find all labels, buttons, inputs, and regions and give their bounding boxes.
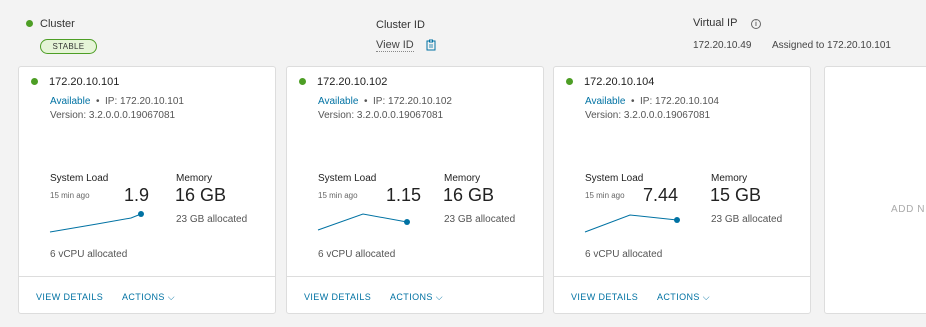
- memory-allocated: 23 GB allocated: [711, 214, 783, 225]
- system-load-label: System Load: [318, 173, 377, 184]
- view-details-button[interactable]: VIEW DETAILS: [36, 292, 103, 302]
- node-status-row: Available • IP: 172.20.10.104: [585, 96, 719, 107]
- node-card: 172.20.10.102 Available • IP: 172.20.10.…: [286, 66, 544, 314]
- add-node-card[interactable]: ADD N: [824, 66, 926, 314]
- load-sparkline: [317, 213, 410, 231]
- system-load-label: System Load: [50, 173, 109, 184]
- node-status-dot: [566, 78, 573, 85]
- node-status-row: Available • IP: 172.20.10.102: [318, 96, 452, 107]
- node-ip: 172.20.10.101: [49, 76, 120, 88]
- virtual-ip-label: Virtual IP: [693, 17, 738, 29]
- node-version: Version: 3.2.0.0.0.19067081: [585, 110, 711, 121]
- node-ip-line: IP: 172.20.10.102: [373, 96, 452, 107]
- node-status-row: Available • IP: 172.20.10.101: [50, 96, 184, 107]
- vcpu-allocated: 6 vCPU allocated: [50, 249, 128, 260]
- view-details-button[interactable]: VIEW DETAILS: [304, 292, 371, 302]
- info-icon[interactable]: i: [751, 19, 761, 29]
- chevron-down-icon: ⌵: [435, 292, 443, 302]
- load-time: 15 min ago: [585, 191, 625, 200]
- node-card: 172.20.10.104 Available • IP: 172.20.10.…: [553, 66, 811, 314]
- cluster-label: Cluster: [40, 18, 75, 30]
- node-card: 172.20.10.101 Available • IP: 172.20.10.…: [18, 66, 276, 314]
- load-value: 1.15: [386, 185, 422, 205]
- virtual-ip-value: 172.20.10.49: [693, 40, 752, 51]
- memory-label: Memory: [176, 173, 213, 184]
- load-time: 15 min ago: [318, 191, 358, 200]
- node-ip-line: IP: 172.20.10.101: [105, 96, 184, 107]
- virtual-ip-assigned: Assigned to 172.20.10.101: [772, 40, 891, 51]
- load-value: 7.44: [643, 185, 679, 205]
- node-status: Available: [318, 96, 359, 107]
- view-details-button[interactable]: VIEW DETAILS: [571, 292, 638, 302]
- node-ip: 172.20.10.104: [584, 76, 655, 88]
- load-sparkline: [49, 211, 144, 233]
- separator-dot: •: [628, 96, 638, 107]
- node-status-dot: [31, 78, 38, 85]
- memory-value: 15 GB: [710, 185, 762, 205]
- node-version: Version: 3.2.0.0.0.19067081: [50, 110, 176, 121]
- actions-button[interactable]: ACTIONS ⌵: [657, 292, 710, 303]
- memory-value: 16 GB: [443, 185, 495, 205]
- load-time: 15 min ago: [50, 191, 90, 200]
- memory-label: Memory: [444, 173, 481, 184]
- actions-label: ACTIONS: [122, 292, 165, 302]
- load-value: 1.9: [124, 185, 150, 205]
- node-status: Available: [50, 96, 91, 107]
- actions-label: ACTIONS: [657, 292, 700, 302]
- separator-dot: •: [93, 96, 103, 107]
- cluster-status-badge: STABLE: [40, 39, 97, 54]
- memory-allocated: 23 GB allocated: [444, 214, 516, 225]
- cluster-id-label: Cluster ID: [376, 19, 425, 31]
- add-node-label: ADD N: [891, 204, 926, 215]
- load-sparkline: [584, 214, 680, 233]
- separator-dot: •: [361, 96, 371, 107]
- memory-allocated: 23 GB allocated: [176, 214, 248, 225]
- vcpu-allocated: 6 vCPU allocated: [318, 249, 396, 260]
- view-id-link[interactable]: View ID: [376, 39, 414, 52]
- actions-label: ACTIONS: [390, 292, 433, 302]
- node-status-dot: [299, 78, 306, 85]
- cluster-status-dot: [26, 20, 33, 27]
- node-ip-line: IP: 172.20.10.104: [640, 96, 719, 107]
- memory-value: 16 GB: [175, 185, 227, 205]
- node-status: Available: [585, 96, 626, 107]
- system-load-label: System Load: [585, 173, 644, 184]
- actions-button[interactable]: ACTIONS ⌵: [390, 292, 443, 303]
- node-version: Version: 3.2.0.0.0.19067081: [318, 110, 444, 121]
- chevron-down-icon: ⌵: [167, 292, 175, 302]
- memory-label: Memory: [711, 173, 748, 184]
- copy-icon[interactable]: [426, 39, 437, 51]
- node-ip: 172.20.10.102: [317, 76, 388, 88]
- chevron-down-icon: ⌵: [702, 292, 710, 302]
- vcpu-allocated: 6 vCPU allocated: [585, 249, 663, 260]
- actions-button[interactable]: ACTIONS ⌵: [122, 292, 175, 303]
